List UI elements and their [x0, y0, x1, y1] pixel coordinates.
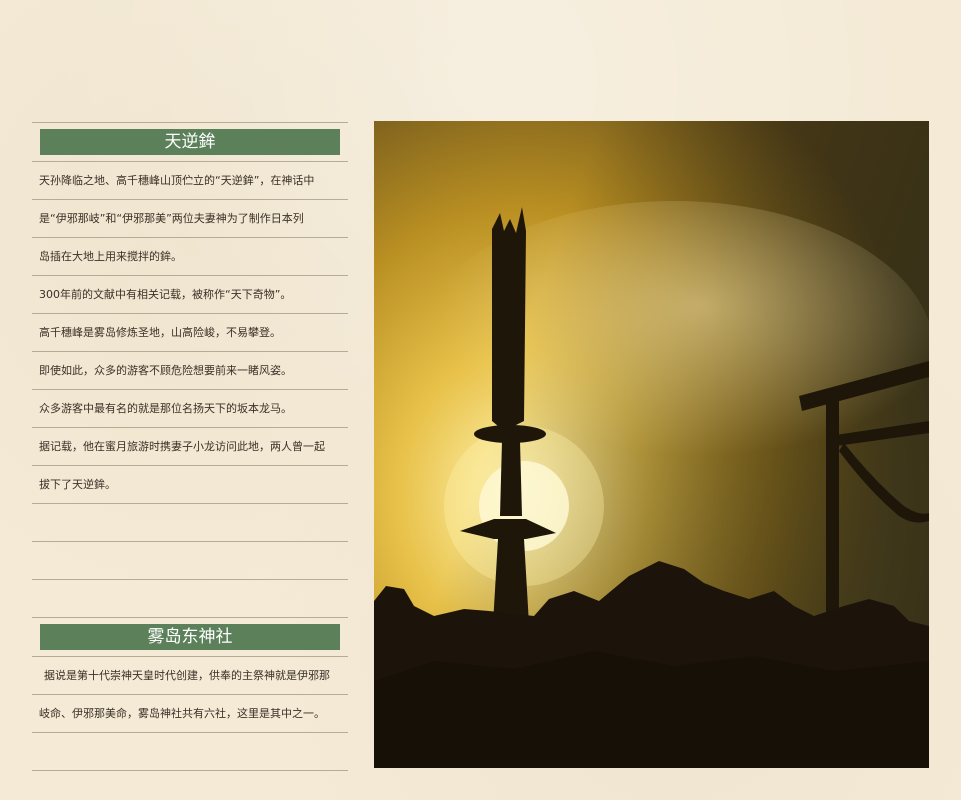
section-title-amanosakahoko: 天逆鉾 — [40, 129, 340, 155]
sunset-silhouette-image — [374, 121, 929, 768]
divider — [32, 122, 348, 123]
summit-photo — [374, 121, 929, 768]
section-title-kirishima-higashi-shrine: 雾岛东神社 — [40, 624, 340, 650]
paragraph-line: 拔下了天逆鉾。 — [32, 466, 348, 504]
paragraph-line: 岛插在大地上用来搅拌的鉾。 — [32, 238, 348, 276]
blank-line — [32, 504, 348, 542]
text-column: 天逆鉾 天孙降临之地、高千穗峰山顶伫立的“天逆鉾”，在神话中 是“伊邪那岐”和“… — [32, 122, 348, 771]
paragraph-line: 即使如此，众多的游客不顾危险想要前来一睹风姿。 — [32, 352, 348, 390]
paragraph-line: 岐命、伊邪那美命，雾岛神社共有六社，这里是其中之一。 — [32, 695, 348, 733]
paragraph-line: 300年前的文献中有相关记载，被称作“天下奇物”。 — [32, 276, 348, 314]
blank-line — [32, 733, 348, 771]
paragraph-line: 高千穗峰是雾岛修炼圣地，山高险峻，不易攀登。 — [32, 314, 348, 352]
paragraph-line: 据说是第十代崇神天皇时代创建，供奉的主祭神就是伊邪那 — [32, 657, 348, 695]
paragraph-line: 据记载，他在蜜月旅游时携妻子小龙访问此地，两人曾一起 — [32, 428, 348, 466]
paragraph-line: 天孙降临之地、高千穗峰山顶伫立的“天逆鉾”，在神话中 — [32, 162, 348, 200]
blank-line — [32, 580, 348, 618]
paragraph-line: 是“伊邪那岐”和“伊邪那美”两位夫妻神为了制作日本列 — [32, 200, 348, 238]
paragraph-line: 众多游客中最有名的就是那位名扬天下的坂本龙马。 — [32, 390, 348, 428]
blank-line — [32, 542, 348, 580]
